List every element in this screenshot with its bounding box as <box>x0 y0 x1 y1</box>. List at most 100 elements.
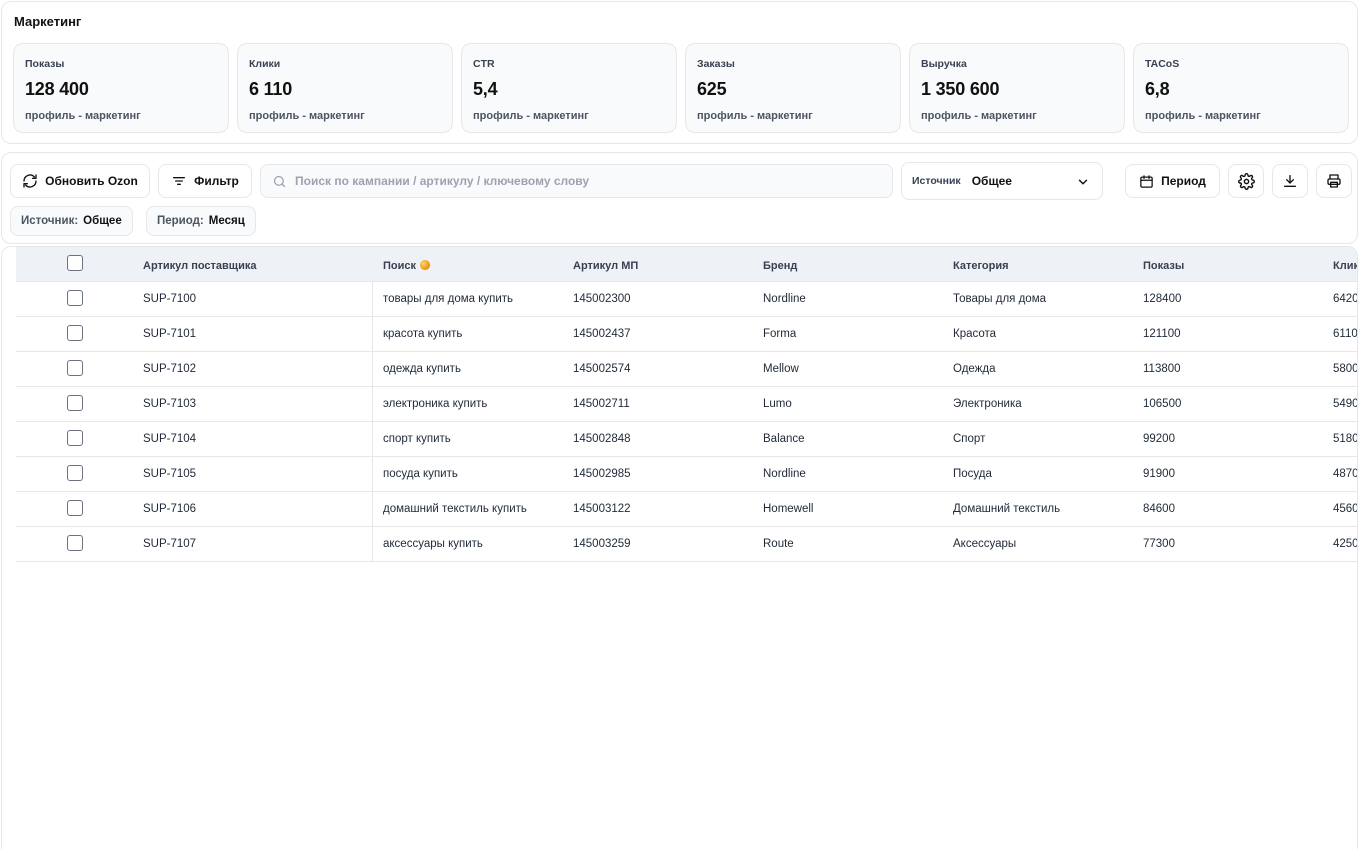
table-row[interactable]: SUP-7103 электроника купить 145002711 Lu… <box>16 387 1358 422</box>
refresh-ozon-label: Обновить Ozon <box>45 174 138 188</box>
cell-brand: Balance <box>763 433 805 445</box>
chip-value: Общее <box>83 215 122 227</box>
column-header-search-label: Поиск <box>383 260 417 272</box>
kpi-value: 1 350 600 <box>921 79 1000 99</box>
kpi-card-clicks: Клики 6 110 профиль - маркетинг <box>237 43 453 133</box>
filter-icon <box>173 177 186 185</box>
cell-impressions: 99200 <box>1143 433 1175 445</box>
cell-supplier-sku: SUP-7100 <box>143 293 197 305</box>
column-header-supplier-sku[interactable]: Артикул поставщика <box>143 260 256 272</box>
cell-supplier-sku: SUP-7105 <box>143 468 197 480</box>
table-row[interactable]: SUP-7107 аксессуары купить 145003259 Rou… <box>16 527 1358 562</box>
cell-brand: Nordline <box>763 293 806 305</box>
print-button[interactable] <box>1316 164 1352 198</box>
row-checkbox[interactable] <box>67 535 83 551</box>
column-header-impressions[interactable]: Показы <box>1143 260 1184 272</box>
row-checkbox[interactable] <box>67 360 83 376</box>
cell-clicks: 6420 <box>1333 293 1358 305</box>
kpi-sub: профиль - маркетинг <box>1145 110 1261 122</box>
cell-search: посуда купить <box>383 468 458 480</box>
cell-mp-sku: 145002574 <box>573 363 631 375</box>
cell-mp-sku: 145003122 <box>573 503 631 515</box>
search-input[interactable] <box>295 174 875 188</box>
column-divider <box>372 282 373 561</box>
cell-mp-sku: 145002437 <box>573 328 631 340</box>
table-row[interactable]: SUP-7104 спорт купить 145002848 Balance … <box>16 422 1357 457</box>
table-row[interactable]: SUP-7100 товары для дома купить 14500230… <box>16 282 1358 317</box>
cell-category: Домашний текстиль <box>953 503 1061 515</box>
cell-mp-sku: 145002985 <box>573 468 631 480</box>
cell-impressions: 113800 <box>1143 363 1181 375</box>
kpi-label: Показы <box>25 58 65 70</box>
column-header-search[interactable]: Поиск <box>383 260 431 272</box>
row-checkbox[interactable] <box>67 430 83 446</box>
table-header: Артикул поставщика Поиск Артикул МП Брен… <box>16 247 1357 282</box>
page-title: Маркетинг <box>14 14 82 29</box>
cell-search: домашний текстиль купить <box>383 503 527 515</box>
table-row[interactable]: SUP-7105 посуда купить 145002985 Nordlin… <box>16 457 1357 492</box>
row-checkbox[interactable] <box>67 290 83 306</box>
kpi-sub: профиль - маркетинг <box>921 110 1037 122</box>
cell-category: Аксессуары <box>953 538 1017 550</box>
filter-label: Фильтр <box>194 174 239 188</box>
settings-button[interactable] <box>1228 164 1264 198</box>
row-checkbox[interactable] <box>67 500 83 516</box>
column-header-brand[interactable]: Бренд <box>763 260 797 272</box>
toolbar-panel: Обновить Ozon Фильтр Источник Общее Пери… <box>1 152 1358 244</box>
cell-mp-sku: 145003259 <box>573 538 631 550</box>
table-row[interactable]: SUP-7106 домашний текстиль купить 145003… <box>16 492 1357 527</box>
kpi-value: 6 110 <box>249 79 293 99</box>
cell-mp-sku: 145002711 <box>573 398 630 410</box>
cell-category: Товары для дома <box>953 293 1047 305</box>
cell-category: Электроника <box>953 398 1022 410</box>
cell-impressions: 77300 <box>1143 538 1175 550</box>
download-button[interactable] <box>1272 164 1308 198</box>
column-header-clicks[interactable]: Клики <box>1333 260 1357 272</box>
kpi-card-impressions: Показы 128 400 профиль - маркетинг <box>13 43 229 133</box>
source-select[interactable]: Источник Общее <box>901 162 1103 200</box>
cell-search: электроника купить <box>383 398 488 410</box>
cell-brand: Route <box>763 538 794 550</box>
cell-category: Одежда <box>953 363 996 375</box>
cell-mp-sku: 145002300 <box>573 293 631 305</box>
kpi-label: TACoS <box>1145 58 1180 70</box>
kpi-card-revenue: Выручка 1 350 600 профиль - маркетинг <box>909 43 1125 133</box>
cell-category: Спорт <box>953 433 986 445</box>
kpi-label: CTR <box>473 58 495 70</box>
kpi-card-ctr: CTR 5,4 профиль - маркетинг <box>461 43 677 133</box>
refresh-ozon-button[interactable]: Обновить Ozon <box>10 164 150 198</box>
cell-clicks: 5490 <box>1333 398 1358 410</box>
row-checkbox[interactable] <box>67 395 83 411</box>
cell-supplier-sku: SUP-7103 <box>143 398 197 410</box>
table-row[interactable]: SUP-7102 одежда купить 145002574 Mellow … <box>16 352 1357 387</box>
cell-impressions: 106500 <box>1143 398 1182 410</box>
filter-chip-period[interactable]: Период: Месяц <box>146 206 256 236</box>
column-header-mp-sku[interactable]: Артикул МП <box>573 260 638 272</box>
source-select-label: Источник <box>912 175 961 187</box>
period-button[interactable]: Период <box>1125 164 1220 198</box>
search-field[interactable] <box>260 164 893 198</box>
cell-supplier-sku: SUP-7104 <box>143 433 197 445</box>
data-table: Артикул поставщика Поиск Артикул МП Брен… <box>1 246 1358 849</box>
kpi-sub: профиль - маркетинг <box>249 110 365 122</box>
cell-brand: Lumo <box>763 398 792 410</box>
cell-clicks: 4250 <box>1333 538 1358 550</box>
row-checkbox[interactable] <box>67 465 83 481</box>
kpi-label: Выручка <box>921 58 967 70</box>
kpi-panel: Маркетинг Показы 128 400 профиль - марке… <box>1 1 1358 144</box>
row-checkbox[interactable] <box>67 325 83 341</box>
cell-supplier-sku: SUP-7107 <box>143 538 197 550</box>
filter-button[interactable]: Фильтр <box>158 164 252 198</box>
cell-brand: Forma <box>763 328 797 340</box>
cell-category: Красота <box>953 328 997 340</box>
select-all-checkbox[interactable] <box>67 255 83 271</box>
cell-category: Посуда <box>953 468 992 480</box>
chip-label: Период: <box>157 215 204 227</box>
cell-search: спорт купить <box>383 433 451 445</box>
cell-clicks: 6110 <box>1333 328 1358 340</box>
column-header-category[interactable]: Категория <box>953 260 1009 272</box>
cell-brand: Mellow <box>763 363 799 375</box>
table-row[interactable]: SUP-7101 красота купить 145002437 Forma … <box>16 317 1358 352</box>
filter-chip-source[interactable]: Источник: Общее <box>10 206 133 236</box>
cell-brand: Homewell <box>763 503 814 515</box>
